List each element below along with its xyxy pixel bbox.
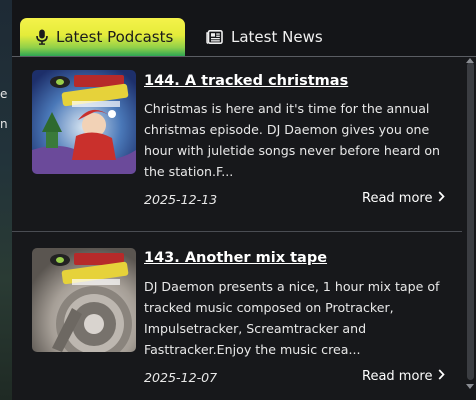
scroll-down-arrow-icon[interactable]: [466, 384, 474, 389]
read-more-label: Read more: [362, 191, 433, 206]
episode-description: Christmas is here and it's time for the …: [144, 101, 441, 179]
chevron-right-icon: [438, 369, 446, 384]
read-more-button[interactable]: Read more: [362, 191, 446, 206]
podcast-thumbnail[interactable]: [32, 248, 136, 352]
tab-label: Latest News: [231, 28, 323, 46]
tab-latest-podcasts[interactable]: Latest Podcasts: [20, 18, 185, 56]
tab-latest-news[interactable]: Latest News: [204, 18, 354, 56]
episode-description: DJ Daemon presents a nice, 1 hour mix ta…: [144, 279, 440, 357]
tab-label: Latest Podcasts: [56, 28, 174, 46]
list-item: 143. Another mix tape DJ Daemon presents…: [12, 231, 462, 385]
read-more-button[interactable]: Read more: [362, 369, 446, 384]
episode-title-link[interactable]: 144. A tracked christmas: [144, 73, 348, 89]
microphone-icon: [36, 29, 48, 45]
scroll-up-arrow-icon[interactable]: [466, 58, 474, 63]
chevron-right-icon: [438, 191, 446, 206]
backdrop-text: e: [0, 87, 8, 101]
read-more-label: Read more: [362, 369, 433, 384]
backdrop-text: n: [0, 117, 8, 131]
scrollbar-thumb[interactable]: [467, 62, 474, 380]
podcast-list: 144. A tracked christmas Christmas is he…: [12, 57, 462, 400]
episode-date: 2025-12-13: [144, 192, 218, 207]
tab-bar: Latest Podcasts Latest News: [12, 0, 476, 57]
episode-title-link[interactable]: 143. Another mix tape: [144, 250, 327, 266]
podcast-panel: Latest Podcasts Latest News 144. A track…: [12, 0, 476, 400]
episode-date: 2025-12-07: [144, 370, 218, 385]
podcast-thumbnail[interactable]: [32, 70, 136, 174]
newspaper-icon: [206, 30, 223, 44]
